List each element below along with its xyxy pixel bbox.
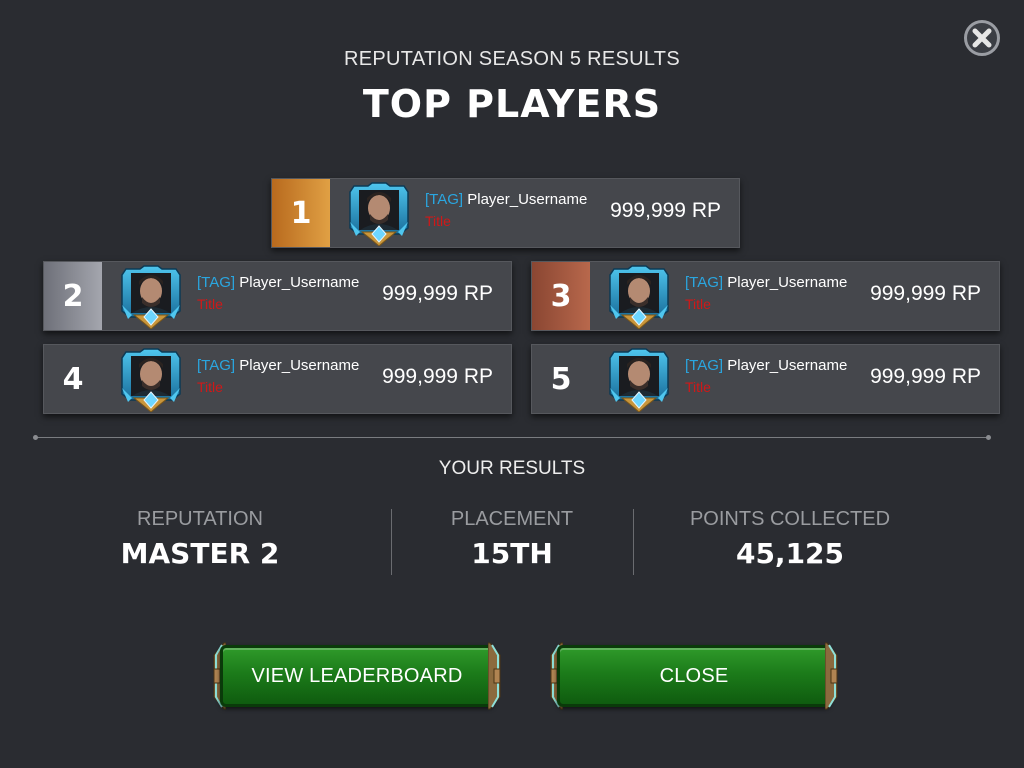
close-icon <box>972 28 992 48</box>
view-leaderboard-label: VIEW LEADERBOARD <box>220 645 494 707</box>
player-name: [TAG] Player_Username <box>685 357 847 374</box>
stat-placement: PLACEMENT 15TH <box>402 508 622 570</box>
player-username: Player_Username <box>239 274 360 291</box>
view-leaderboard-button[interactable]: VIEW LEADERBOARD <box>210 641 504 711</box>
player-points: 999,999 RP <box>870 365 981 388</box>
player-username: Player_Username <box>727 357 848 374</box>
player-card[interactable]: 1 [TAG] Player_Username Title 999,999 RP <box>271 178 740 248</box>
rank-badge: 1 <box>272 179 330 247</box>
player-name: [TAG] Player_Username <box>197 274 359 291</box>
player-name: [TAG] Player_Username <box>685 274 847 291</box>
button-cap-right <box>824 641 841 711</box>
player-title: Title <box>685 379 711 395</box>
player-username: Player_Username <box>239 357 360 374</box>
close-button[interactable]: CLOSE <box>547 641 841 711</box>
stat-reputation: REPUTATION MASTER 2 <box>80 508 320 570</box>
player-avatar-icon <box>346 182 412 247</box>
button-cap-right <box>487 641 504 711</box>
stat-label: POINTS COLLECTED <box>689 508 891 530</box>
stat-label: REPUTATION <box>137 508 263 530</box>
player-points: 999,999 RP <box>870 282 981 305</box>
stat-separator <box>391 509 392 575</box>
player-points: 999,999 RP <box>382 282 493 305</box>
stat-value: 15TH <box>471 537 553 570</box>
season-subtitle: REPUTATION SEASON 5 RESULTS <box>344 48 680 70</box>
player-username: Player_Username <box>467 191 588 208</box>
rank-badge: 3 <box>532 262 590 330</box>
stat-points-collected: POINTS COLLECTED 45,125 <box>650 508 930 570</box>
player-tag: [TAG] <box>425 191 464 208</box>
player-card[interactable]: 3 [TAG] Player_Username Title 999,999 RP <box>531 261 1000 331</box>
player-card[interactable]: 2 [TAG] Player_Username Title 999,999 RP <box>43 261 512 331</box>
stat-label: PLACEMENT <box>450 508 574 530</box>
player-points: 999,999 RP <box>610 199 721 222</box>
player-card[interactable]: 5 [TAG] Player_Username Title 999,999 RP <box>531 344 1000 414</box>
player-title: Title <box>197 296 223 312</box>
player-tag: [TAG] <box>197 274 236 291</box>
stat-separator <box>633 509 634 575</box>
rank-badge: 4 <box>44 345 102 413</box>
close-label: CLOSE <box>557 645 831 707</box>
page-title: TOP PLAYERS <box>362 82 662 126</box>
player-avatar-icon <box>118 348 184 413</box>
player-avatar-icon <box>606 265 672 330</box>
your-results-heading: YOUR RESULTS <box>438 458 586 479</box>
player-title: Title <box>425 213 451 229</box>
player-tag: [TAG] <box>685 357 724 374</box>
stat-value: 45,125 <box>735 537 845 570</box>
player-tag: [TAG] <box>685 274 724 291</box>
player-title: Title <box>197 379 223 395</box>
player-tag: [TAG] <box>197 357 236 374</box>
player-points: 999,999 RP <box>382 365 493 388</box>
player-username: Player_Username <box>727 274 848 291</box>
player-title: Title <box>685 296 711 312</box>
player-card[interactable]: 4 [TAG] Player_Username Title 999,999 RP <box>43 344 512 414</box>
player-name: [TAG] Player_Username <box>425 191 587 208</box>
player-avatar-icon <box>606 348 672 413</box>
rank-badge: 2 <box>44 262 102 330</box>
rank-badge: 5 <box>532 345 590 413</box>
player-name: [TAG] Player_Username <box>197 357 359 374</box>
player-avatar-icon <box>118 265 184 330</box>
stat-value: MASTER 2 <box>120 537 280 570</box>
section-divider <box>33 435 991 440</box>
